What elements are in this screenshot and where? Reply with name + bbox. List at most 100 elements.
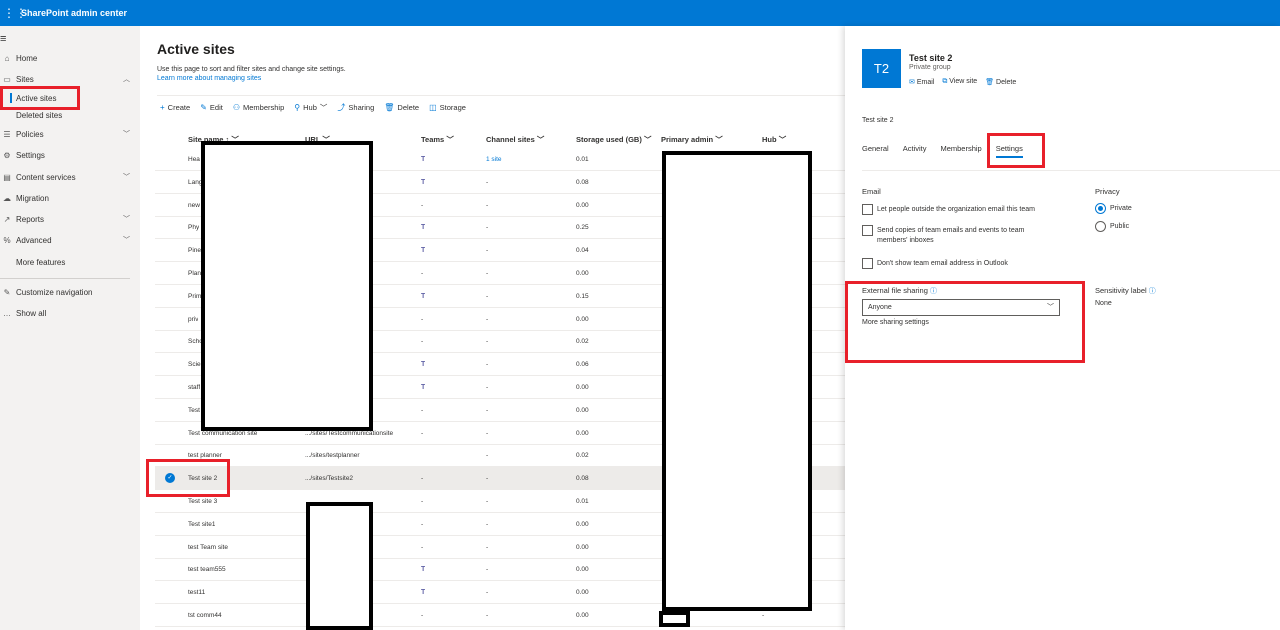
column-header-channel-sites[interactable]: Channel sites ﹀ (486, 134, 544, 145)
table-cell-name[interactable]: Test site1 (188, 521, 215, 528)
checkbox-label: Don't show team email address in Outlook (877, 260, 1008, 267)
column-header-primary-admin[interactable]: Primary admin ﹀ (661, 134, 723, 145)
nav-item-more-features[interactable]: More features (0, 254, 140, 270)
table-cell-name[interactable]: priv (188, 316, 198, 323)
table-cell-teams: - (421, 612, 424, 619)
tab-general[interactable]: General (862, 144, 889, 153)
table-cell-storage: 0.25 (576, 224, 589, 232)
email-heading: Email (862, 187, 881, 196)
panel-actions: ✉ Email ⧉ View site 🗑 Delete (909, 78, 1016, 86)
sharing-button[interactable]: ⤴ Sharing (337, 102, 374, 113)
table-cell-channel: - (486, 429, 489, 437)
table-cell-name[interactable]: Plan (188, 270, 201, 277)
nav-item-show-all[interactable]: … Show all (0, 305, 140, 321)
nav-item-reports[interactable]: ↗ Reports ﹀ (0, 211, 140, 227)
chevron-up-icon[interactable]: ︿ (123, 74, 130, 84)
cloud-icon: ☁ (3, 193, 11, 203)
table-cell-teams: - (421, 406, 424, 414)
radio-private[interactable] (1095, 203, 1106, 214)
nav-sub-deleted-sites[interactable]: Deleted sites (16, 108, 62, 122)
table-cell-name[interactable]: Test (188, 407, 200, 414)
table-cell-name[interactable]: Pine (188, 247, 201, 254)
checkbox-send-copies[interactable] (862, 225, 873, 236)
chevron-down-icon[interactable]: ﹀ (123, 172, 130, 182)
nav-item-advanced[interactable]: % Advanced ﹀ (0, 232, 140, 248)
table-cell-name[interactable]: test11 (188, 589, 205, 596)
tab-activity[interactable]: Activity (903, 144, 927, 153)
table-cell-storage: 0.00 (576, 429, 589, 437)
checkbox-label: Send copies of team emails and events to… (877, 227, 1025, 244)
table-cell-name[interactable]: Prim (188, 293, 201, 300)
storage-button[interactable]: ◫ Storage (429, 103, 466, 112)
view-site-button[interactable]: ⧉ View site (942, 78, 977, 86)
policies-icon: ☰ (3, 129, 11, 139)
table-cell-storage: 0.02 (576, 452, 589, 460)
edit-button[interactable]: ✎ Edit (200, 103, 223, 112)
table-cell-storage: 0.01 (576, 498, 589, 505)
table-cell-storage: 0.00 (576, 520, 589, 528)
column-header-hub[interactable]: Hub ﹀ (762, 134, 786, 145)
checkbox-outside-email[interactable] (862, 204, 873, 215)
table-cell-storage: 0.02 (576, 338, 589, 346)
nav-item-sites[interactable]: ▭ Sites ︿ (0, 71, 140, 87)
column-header-teams[interactable]: Teams ﹀ (421, 134, 454, 145)
info-icon[interactable]: ⓘ (1149, 288, 1156, 295)
table-cell-name[interactable]: Phy (188, 224, 199, 231)
nav-label: Advanced (16, 235, 52, 245)
chevron-down-icon: ﹀ (643, 135, 652, 144)
chevron-down-icon[interactable]: ﹀ (123, 235, 130, 245)
home-icon: ⌂ (4, 53, 10, 63)
panel-subtitle: Private group (909, 64, 951, 71)
plus-icon: + (160, 102, 165, 112)
checkbox-hide-email[interactable] (862, 258, 873, 269)
cmd-label: Create (167, 102, 191, 112)
nav-item-policies[interactable]: ☰ Policies ﹀ (0, 126, 140, 142)
table-cell-channel: - (486, 520, 489, 528)
chevron-down-icon[interactable]: ﹀ (123, 214, 130, 224)
nav-item-settings[interactable]: ⚙ Settings (0, 147, 140, 163)
nav-item-content-services[interactable]: ▤ Content services ﹀ (0, 169, 140, 185)
radio-public[interactable] (1095, 221, 1106, 232)
command-bar: + Create ✎ Edit ⚇ Membership ⚲ Hub ﹀ ⤴ Sharing… (160, 101, 466, 113)
create-button[interactable]: + Create (160, 103, 190, 112)
delete-button[interactable]: 🗑 Delete (384, 103, 419, 112)
chevron-down-icon: ﹀ (446, 135, 454, 144)
app-title[interactable]: SharePoint admin center (21, 8, 127, 18)
nav-item-customize[interactable]: ✎ Customize navigation (0, 284, 140, 300)
table-cell-name[interactable]: new (188, 202, 200, 209)
column-header-storage[interactable]: Storage used (GB) ﹀ (576, 134, 651, 145)
nav-item-migration[interactable]: ☁ Migration (0, 190, 140, 206)
table-cell-storage: 0.00 (576, 566, 589, 574)
hamburger-icon[interactable]: ≡ (0, 33, 6, 45)
table-cell-storage: 0.00 (576, 589, 589, 597)
nav-label: Migration (16, 193, 49, 203)
nav-item-home[interactable]: ⌂ Home (0, 50, 140, 66)
panel-title: Test site 2 (909, 53, 953, 63)
table-cell-name[interactable]: test Team site (188, 544, 228, 551)
tab-membership[interactable]: Membership (940, 144, 981, 153)
table-cell-name[interactable]: Hea (188, 156, 200, 163)
learn-more-link[interactable]: Learn more about managing sites (157, 75, 261, 82)
table-cell-teams: - (421, 475, 424, 483)
content-services-icon: ▤ (3, 172, 11, 182)
membership-button[interactable]: ⚇ Membership (233, 103, 284, 112)
table-cell-name[interactable]: test team555 (188, 566, 226, 573)
app-launcher-icon[interactable]: ⋮⋮⋮ (0, 0, 27, 26)
table-cell-channel: - (486, 270, 489, 277)
table-cell-name[interactable]: staff (188, 384, 200, 391)
table-cell-channel: - (486, 224, 489, 232)
delete-site-button[interactable]: 🗑 Delete (985, 78, 1016, 86)
table-cell-channel: - (486, 406, 489, 414)
table-cell-name[interactable]: Scie (188, 361, 201, 368)
teams-icon: T (421, 178, 426, 186)
table-cell-name[interactable]: Test site 3 (188, 498, 217, 505)
table-cell-name[interactable]: tst comm44 (188, 612, 222, 619)
highlight-annotation (0, 86, 80, 110)
chevron-down-icon[interactable]: ﹀ (123, 129, 130, 139)
table-cell-channel: - (486, 498, 489, 505)
email-button[interactable]: ✉ Email (909, 78, 934, 86)
hub-button[interactable]: ⚲ Hub ﹀ (294, 102, 327, 113)
channel-sites-link[interactable]: 1 site (486, 156, 502, 163)
chevron-down-icon: ﹀ (715, 135, 723, 144)
radio-label: Public (1110, 223, 1130, 230)
